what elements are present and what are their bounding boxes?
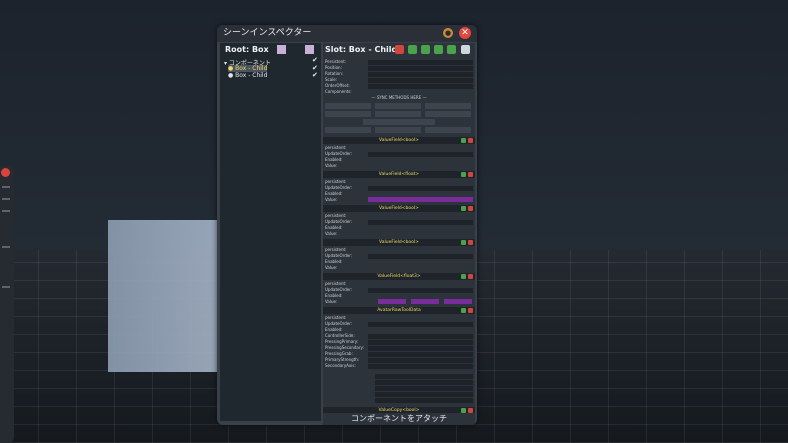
tree-item-box-child[interactable]: ● Box - Child	[228, 72, 267, 79]
component-header[interactable]: ValueField<float>	[323, 171, 475, 178]
delete-icon[interactable]	[395, 45, 404, 54]
child-icon[interactable]	[305, 45, 314, 54]
delete-icon	[468, 308, 473, 313]
duplicate-icon	[461, 240, 466, 245]
copy-icon[interactable]	[447, 45, 456, 54]
check-icon[interactable]: ✔	[312, 56, 318, 64]
slot-title: Slot: Box - Child	[325, 45, 398, 54]
action-button-row	[323, 103, 475, 109]
side-inspector-panel[interactable]	[0, 166, 14, 443]
slot-panel: Slot: Box - Child Persistent: Position: …	[323, 43, 475, 425]
parent-icon[interactable]	[277, 45, 286, 54]
attach-component-button[interactable]: コンポーネントをアタッチ	[323, 413, 475, 425]
close-icon[interactable]: ✕	[459, 27, 471, 39]
delete-icon	[468, 240, 473, 245]
panel-line	[2, 186, 10, 188]
component-header[interactable]: ValueField<float3>	[323, 273, 475, 280]
component-header[interactable]: ValueField<bool>	[323, 205, 475, 212]
pin-icon[interactable]: ●	[443, 28, 453, 38]
action-button-row	[323, 119, 475, 125]
tree-item-box-child[interactable]: ● Box - Child	[228, 65, 268, 72]
root-label: Root: Box	[225, 45, 269, 54]
hierarchy-panel: Root: Box ▾ コンポーネント ✔ ● Box - Child ✔ ● …	[220, 43, 321, 421]
delete-icon	[468, 138, 473, 143]
panel-line	[2, 198, 10, 200]
close-icon[interactable]	[1, 168, 10, 177]
window-title: シーンインスペクター	[223, 28, 312, 38]
panel-line	[2, 210, 10, 212]
component-header[interactable]: ValueField<bool>	[323, 239, 475, 246]
panel-line	[2, 246, 10, 248]
duplicate-icon	[461, 172, 466, 177]
hierarchy-header: Root: Box	[220, 43, 321, 56]
sort-icon[interactable]	[461, 45, 470, 54]
component-header[interactable]: AvatarRawToolData	[323, 307, 475, 314]
recycle-icon[interactable]	[408, 45, 417, 54]
move-icon[interactable]	[421, 45, 430, 54]
scene-inspector-window: シーンインスペクター ● ✕ Root: Box ▾ コンポーネント ✔ ● B…	[217, 25, 477, 425]
transfer-icon[interactable]	[434, 45, 443, 54]
duplicate-icon	[461, 308, 466, 313]
box-object	[108, 220, 220, 372]
duplicate-icon	[461, 206, 466, 211]
delete-icon	[468, 206, 473, 211]
delete-icon	[468, 172, 473, 177]
duplicate-icon	[461, 274, 466, 279]
delete-icon	[468, 274, 473, 279]
duplicate-icon	[461, 138, 466, 143]
component-header[interactable]: ValueField<bool>	[323, 137, 475, 144]
action-button-row	[323, 111, 475, 117]
check-icon[interactable]: ✔	[312, 71, 318, 79]
slot-header: Slot: Box - Child	[323, 43, 475, 56]
value-field[interactable]	[368, 197, 473, 202]
sync-methods-label: --- SYNC METHODS HERE ---	[371, 95, 427, 100]
action-button-row	[323, 127, 475, 133]
panel-line	[2, 286, 10, 288]
window-titlebar[interactable]: シーンインスペクター ● ✕	[217, 25, 477, 42]
